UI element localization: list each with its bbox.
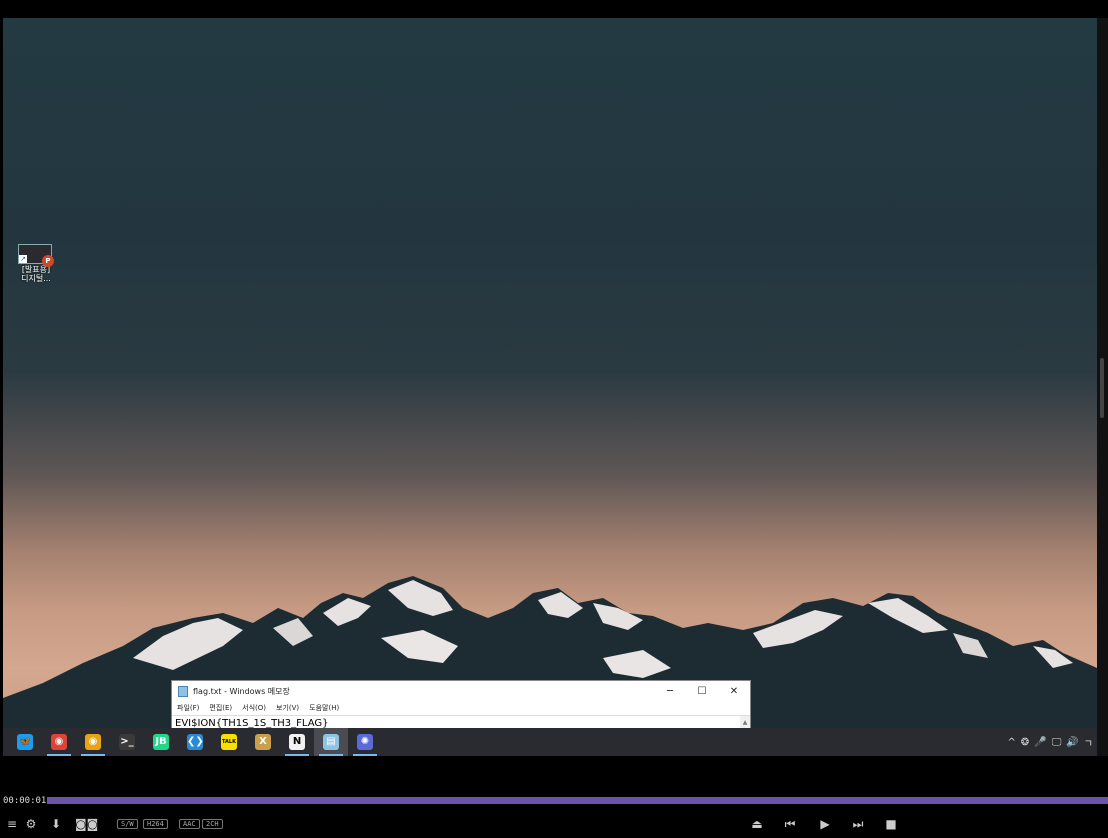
davinci-app[interactable]: ✺ (348, 728, 382, 756)
chrome-icon: ◉ (51, 734, 67, 750)
notion-app[interactable]: N (280, 728, 314, 756)
tray-icon-1[interactable]: ❂ (1021, 737, 1029, 748)
menu-help[interactable]: 도움말(H) (309, 703, 339, 713)
scrollbar-thumb[interactable] (1100, 358, 1104, 418)
notepad-icon: ▤ (323, 734, 339, 750)
powerpoint-icon: P (42, 255, 54, 267)
eject-icon[interactable]: ⏏ (748, 815, 766, 833)
close-button[interactable]: ✕ (718, 686, 750, 697)
kakaotalk-app[interactable]: TALK (212, 728, 246, 756)
playlist-icon[interactable]: ≡ (5, 815, 19, 833)
bluesky-icon: 🦋 (17, 734, 33, 750)
bluesky-app[interactable]: 🦋 (8, 728, 42, 756)
tray-icon-3[interactable]: 🖵 (1052, 737, 1062, 748)
shortcut-arrow-icon: ↗ (19, 255, 27, 263)
menu-file[interactable]: 파일(F) (177, 703, 199, 713)
taskbar-apps: 🦋 ◉ ◉ >_ JB ❮❯ TALK X N ▤ ✺ (3, 728, 382, 756)
side-scrollbar[interactable] (1097, 18, 1108, 756)
system-tray: ^ ❂ 🎤 🖵 🔊 ㄱ (1007, 728, 1097, 756)
tray-icon-5[interactable]: ㄱ (1084, 735, 1093, 750)
notion-icon: N (289, 734, 305, 750)
notepad-icon (178, 685, 188, 697)
vr-glasses-icon[interactable]: ◙◙ (75, 815, 98, 833)
audio-codec-badge: AAC (179, 819, 200, 829)
chrome-app[interactable]: ◉ (42, 728, 76, 756)
desktop-icon-label-line2: 디지털... (21, 274, 51, 283)
next-icon[interactable]: ⏭ (849, 815, 867, 833)
desktop-icon-label: [발표용] 디지털... (18, 265, 54, 283)
stop-icon[interactable]: ■ (882, 815, 900, 833)
media-player: ↗ P [발표용] 디지털... flag.txt - Windows 메모장 … (0, 0, 1108, 838)
maximize-button[interactable]: ☐ (686, 686, 718, 697)
davinci-icon: ✺ (357, 734, 373, 750)
windows-taskbar: 🦋 ◉ ◉ >_ JB ❮❯ TALK X N ▤ ✺ ^ ❂ 🎤 🖵 🔊 ㄱ (3, 728, 1097, 756)
menu-view[interactable]: 보기(V) (276, 703, 299, 713)
chrome-canary-icon: ◉ (85, 734, 101, 750)
notepad-titlebar[interactable]: flag.txt - Windows 메모장 ─ ☐ ✕ (172, 681, 750, 701)
notepad-menubar: 파일(F) 편집(E) 서식(O) 보기(V) 도움말(H) (172, 701, 750, 715)
seek-bar[interactable] (47, 797, 1108, 804)
previous-icon[interactable]: ⏮ (781, 815, 799, 833)
decoder-badge: S/W (117, 819, 138, 829)
play-icon[interactable]: ▶ (816, 815, 834, 833)
vscode-app[interactable]: ❮❯ (178, 728, 212, 756)
playback-time: 00:00:01 (3, 796, 47, 806)
ppt-thumbnail-icon: ↗ P (18, 244, 54, 267)
menu-edit[interactable]: 편집(E) (209, 703, 232, 713)
kakaotalk-icon: TALK (221, 734, 237, 750)
channels-badge: 2CH (202, 819, 223, 829)
capture-icon[interactable]: ⬇ (46, 815, 66, 833)
settings-gear-icon[interactable]: ⚙ (24, 815, 38, 833)
video-frame[interactable]: ↗ P [발표용] 디지털... flag.txt - Windows 메모장 … (3, 18, 1097, 756)
hwp-icon: X (255, 734, 271, 750)
notepad-app[interactable]: ▤ (314, 728, 348, 756)
mountain-wallpaper (3, 576, 1097, 756)
terminal-icon: >_ (119, 734, 135, 750)
menu-format[interactable]: 서식(O) (242, 703, 266, 713)
jetbrains-icon: JB (153, 734, 169, 750)
jetbrains-app[interactable]: JB (144, 728, 178, 756)
hwp-app[interactable]: X (246, 728, 280, 756)
desktop-shortcut-presentation[interactable]: ↗ P [발표용] 디지털... (18, 244, 54, 283)
minimize-button[interactable]: ─ (654, 686, 686, 697)
tray-icon-4[interactable]: 🔊 (1066, 737, 1078, 748)
terminal-app[interactable]: >_ (110, 728, 144, 756)
vscode-icon: ❮❯ (187, 734, 204, 750)
tray-icon-0[interactable]: ^ (1007, 737, 1015, 748)
chrome-canary-app[interactable]: ◉ (76, 728, 110, 756)
tray-icon-2[interactable]: 🎤 (1034, 737, 1046, 748)
notepad-title: flag.txt - Windows 메모장 (193, 686, 290, 696)
video-codec-badge: H264 (143, 819, 168, 829)
player-controls: ≡ ⚙ ⬇ ◙◙ S/W H264 AAC 2CH ⏏ ⏮ ▶ ⏭ ■ (0, 812, 1108, 838)
seek-progress (47, 797, 1108, 804)
